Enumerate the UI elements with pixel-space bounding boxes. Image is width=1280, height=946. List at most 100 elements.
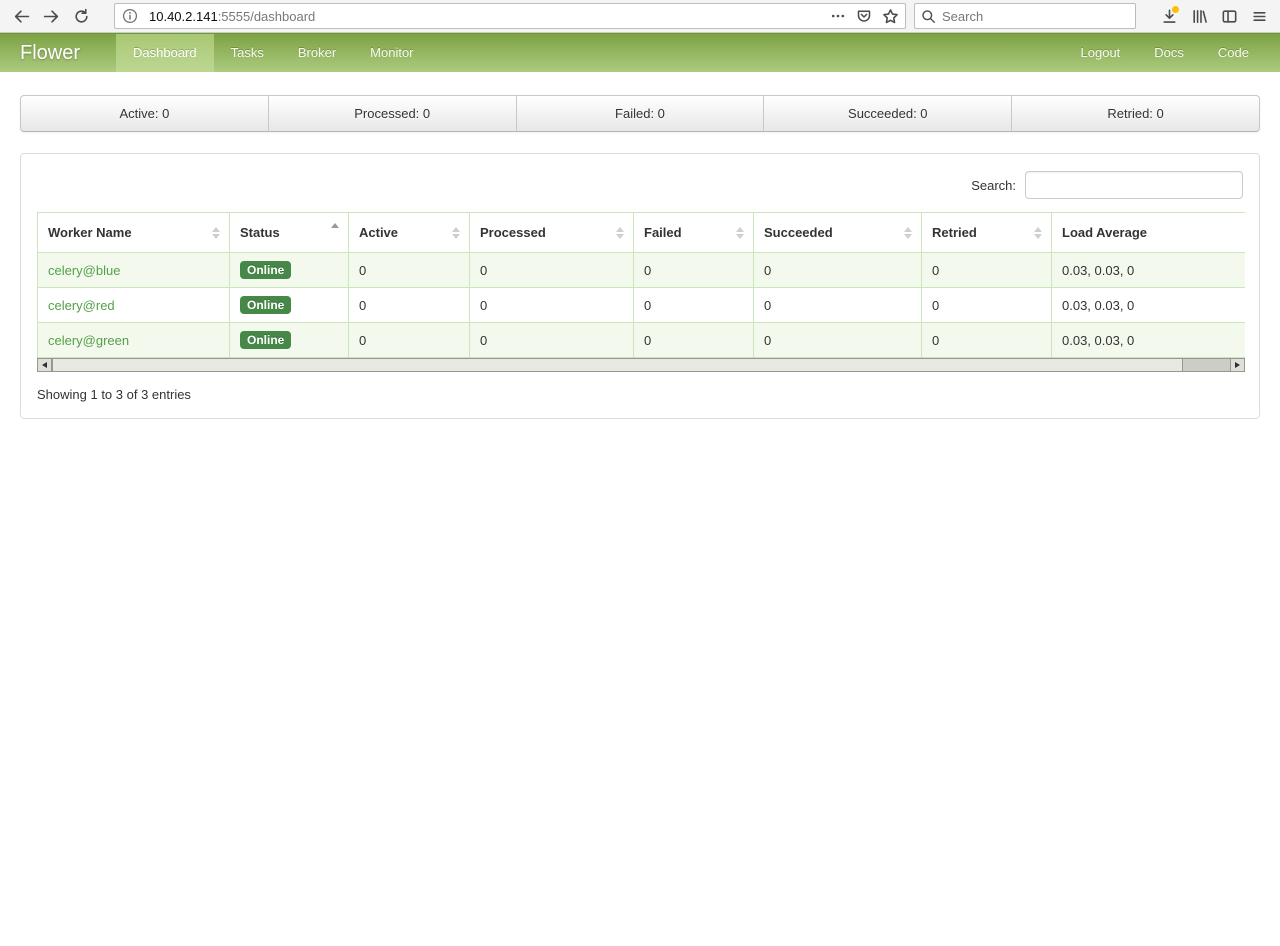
failed-count: 0 [633,322,754,358]
bookmark-button[interactable] [877,4,903,28]
worker-link[interactable]: celery@blue [48,263,120,278]
active-count: 0 [348,322,470,358]
sort-icon [616,226,624,239]
column-header-status[interactable]: Status [229,212,349,253]
nav-tab-monitor[interactable]: Monitor [353,34,430,72]
scroll-right-button[interactable] [1230,359,1244,371]
column-header-load-average[interactable]: Load Average [1051,212,1245,253]
pocket-icon [857,10,871,22]
page-actions-button[interactable] [825,4,851,28]
column-header-failed[interactable]: Failed [633,212,754,253]
scroll-left-button[interactable] [38,359,52,371]
workers-panel: Search: Worker Name Status Active Proces… [20,153,1260,419]
info-icon [122,8,138,24]
column-label: Status [240,225,280,240]
url-bar[interactable]: 10.40.2.141:5555/dashboard [114,3,906,29]
right-arrow-icon [1235,362,1240,368]
worker-link[interactable]: celery@green [48,333,129,348]
download-notification-dot [1172,6,1179,13]
column-label: Worker Name [48,225,132,240]
stats-button-group: Active: 0 Processed: 0 Failed: 0 Succeed… [20,95,1260,132]
nav-tab-dashboard[interactable]: Dashboard [116,34,214,72]
table-info-text: Showing 1 to 3 of 3 entries [37,387,191,402]
status-badge[interactable]: Online [240,331,292,349]
succeeded-count: 0 [753,287,922,323]
table-row: celery@red Online 0 0 0 0 0 0.03, 0.03, … [37,287,1245,323]
back-button[interactable] [6,2,36,30]
column-header-succeeded[interactable]: Succeeded [753,212,922,253]
forward-arrow-icon [43,9,58,23]
site-info-button[interactable] [117,4,143,28]
column-header-retried[interactable]: Retried [921,212,1052,253]
sidebar-toggle-button[interactable] [1214,2,1244,30]
nav-link-code[interactable]: Code [1201,34,1266,72]
scrollbar-track[interactable] [52,359,1230,371]
column-header-worker-name[interactable]: Worker Name [37,212,230,253]
column-label: Load Average [1062,225,1148,240]
column-label: Failed [644,225,682,240]
processed-count: 0 [469,287,634,323]
status-badge[interactable]: Online [240,261,292,279]
succeeded-count: 0 [753,322,922,358]
nav-tab-broker[interactable]: Broker [281,34,353,72]
active-count: 0 [348,252,470,288]
url-text: 10.40.2.141:5555/dashboard [149,9,315,24]
left-arrow-icon [42,362,47,368]
table-horizontal-scrollbar[interactable] [37,358,1245,372]
nav-link-logout[interactable]: Logout [1064,34,1138,72]
sort-icon [904,226,912,239]
retried-count: 0 [921,322,1052,358]
menu-button[interactable] [1244,2,1274,30]
sort-asc-icon [331,223,339,228]
table-search-label: Search: [971,177,1016,193]
table-row: celery@blue Online 0 0 0 0 0 0.03, 0.03,… [37,252,1245,288]
table-search-input[interactable] [1025,171,1243,199]
ellipsis-icon [831,14,845,18]
reload-button[interactable] [66,2,96,30]
load-average-value: 0.03, 0.03, 0 [1051,287,1245,323]
library-icon [1192,9,1207,23]
downloads-button[interactable] [1154,2,1184,30]
stat-retried-button[interactable]: Retried: 0 [1012,95,1260,132]
library-button[interactable] [1184,2,1214,30]
search-icon [922,9,936,23]
stat-processed-button[interactable]: Processed: 0 [268,95,517,132]
flower-navbar: Flower Dashboard Tasks Broker Monitor Lo… [0,33,1280,72]
column-label: Processed [480,225,546,240]
pocket-button[interactable] [851,4,877,28]
brand-flower[interactable]: Flower [0,34,100,72]
sidebar-icon [1222,9,1236,23]
load-average-value: 0.03, 0.03, 0 [1051,252,1245,288]
column-label: Succeeded [764,225,833,240]
nav-link-docs[interactable]: Docs [1137,34,1201,72]
processed-count: 0 [469,322,634,358]
status-badge[interactable]: Online [240,296,292,314]
processed-count: 0 [469,252,634,288]
failed-count: 0 [633,252,754,288]
hamburger-menu-icon [1252,11,1266,21]
stat-active-button[interactable]: Active: 0 [20,95,269,132]
sort-icon [452,226,460,239]
url-host: 10.40.2.141 [149,8,218,24]
nav-tab-tasks[interactable]: Tasks [214,34,281,72]
browser-search-input[interactable] [942,8,1102,24]
stat-failed-button[interactable]: Failed: 0 [516,95,765,132]
stat-succeeded-button[interactable]: Succeeded: 0 [764,95,1013,132]
star-icon [882,8,898,23]
workers-table-scroll-area: Worker Name Status Active Processed Fail… [37,212,1245,358]
column-header-processed[interactable]: Processed [469,212,634,253]
workers-table: Worker Name Status Active Processed Fail… [37,212,1245,358]
column-header-active[interactable]: Active [348,212,470,253]
retried-count: 0 [921,287,1052,323]
scrollbar-thumb[interactable] [52,359,1183,371]
table-row: celery@green Online 0 0 0 0 0 0.03, 0.03… [37,322,1245,358]
failed-count: 0 [633,287,754,323]
worker-link[interactable]: celery@red [48,298,115,313]
sort-icon [736,226,744,239]
load-average-value: 0.03, 0.03, 0 [1051,322,1245,358]
sort-icon [212,226,220,239]
column-label: Retried [932,225,977,240]
browser-search-bar[interactable] [914,3,1136,29]
forward-button[interactable] [36,2,66,30]
url-path: :5555/dashboard [217,8,316,24]
